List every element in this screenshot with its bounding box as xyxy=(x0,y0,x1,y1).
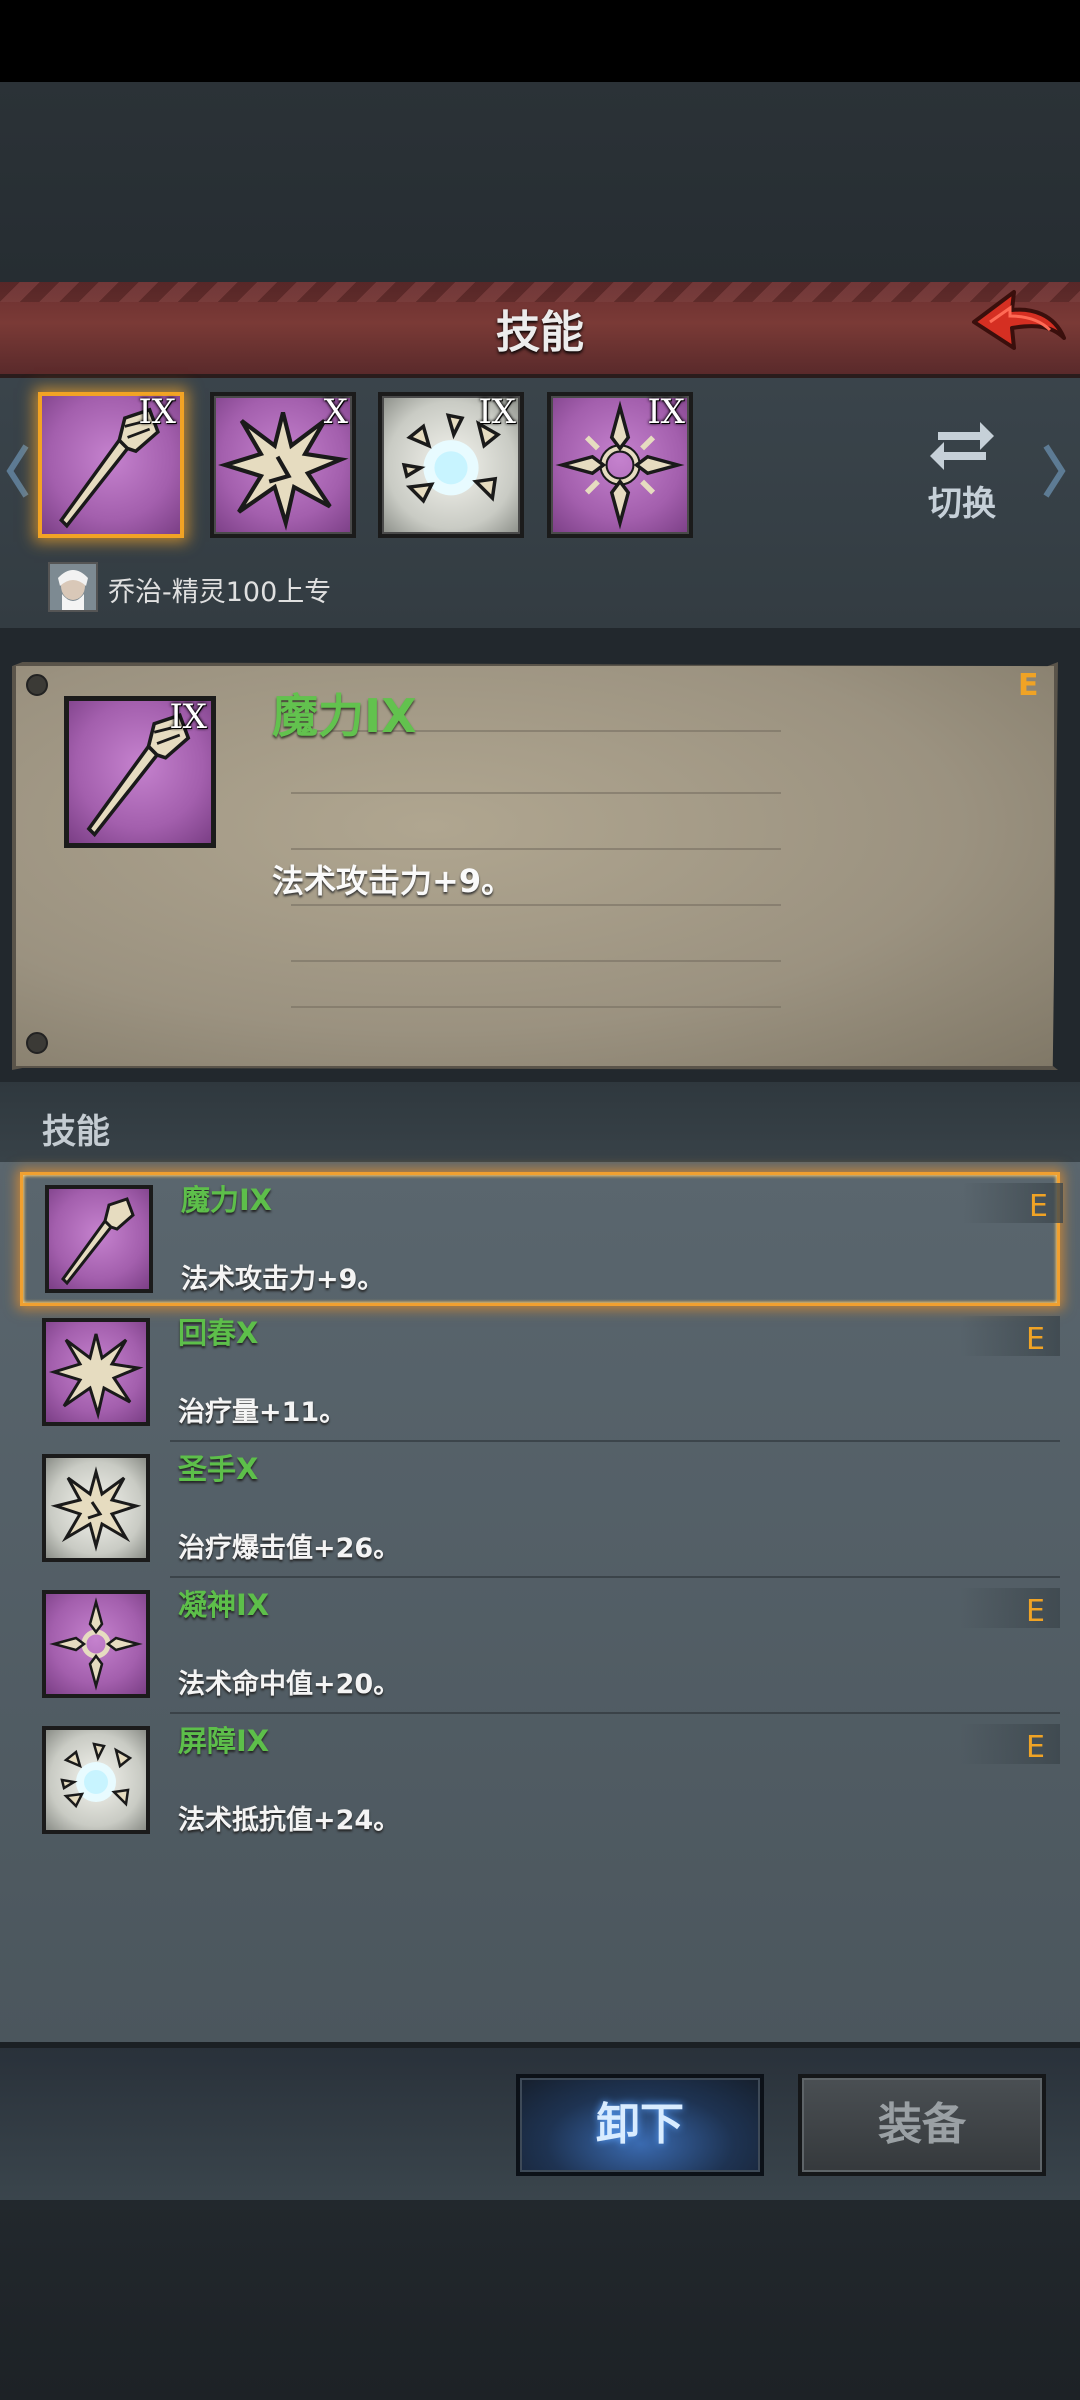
skill-rank-label: IX xyxy=(138,392,176,432)
title-banner: 技能 xyxy=(0,282,1080,378)
back-arrow-icon xyxy=(972,290,1066,350)
page-title: 技能 xyxy=(496,307,584,358)
avatar xyxy=(48,562,98,612)
list-item[interactable]: 圣手X 治疗爆击值+26。 xyxy=(20,1444,1060,1578)
row-skill-icon xyxy=(42,1454,150,1562)
row-divider xyxy=(170,1712,1060,1714)
row-skill-icon xyxy=(42,1318,150,1426)
skill-description: 治疗爆击值+26。 xyxy=(178,1533,401,1564)
shatter-burst-icon xyxy=(50,1466,142,1552)
staff-icon xyxy=(61,1197,135,1286)
list-item[interactable]: 回春X 治疗量+11。 E xyxy=(20,1308,1060,1442)
row-skill-icon xyxy=(42,1726,150,1834)
equipped-badge: E xyxy=(1029,1189,1048,1224)
character-portrait-icon xyxy=(50,564,96,610)
rivet xyxy=(26,674,48,696)
list-item[interactable]: 魔力IX 法术攻击力+9。 E xyxy=(20,1172,1063,1306)
owner-name: 乔治-精灵100上专 xyxy=(108,577,332,608)
back-button[interactable] xyxy=(970,286,1068,364)
skill-description: 法术命中值+20。 xyxy=(178,1669,401,1700)
chevron-left-icon xyxy=(6,444,29,498)
row-skill-icon xyxy=(45,1185,153,1293)
list-item[interactable]: 凝神IX 法术命中值+20。 E xyxy=(20,1580,1060,1714)
divider xyxy=(291,848,781,850)
row-tab xyxy=(963,1183,1063,1223)
row-tab xyxy=(960,1588,1060,1628)
detail-skill-icon: IX xyxy=(64,696,216,848)
skill-rank-label: IX xyxy=(169,697,207,737)
divider xyxy=(291,904,781,906)
equipped-skill-slot-1[interactable]: IX xyxy=(38,392,184,538)
equipped-skill-slot-2[interactable]: X xyxy=(210,392,356,538)
equipped-badge: E xyxy=(1026,1730,1045,1765)
divider xyxy=(291,1006,781,1008)
bottom-background xyxy=(0,2200,1080,2400)
skill-name: 凝神IX xyxy=(178,1588,270,1622)
equipped-skill-slot-3[interactable]: IX xyxy=(378,392,524,538)
equipped-skill-slot-4[interactable]: IX xyxy=(547,392,693,538)
skill-name: 屏障IX xyxy=(178,1724,270,1758)
skill-rank-label: X xyxy=(323,392,348,432)
detail-skill-name: 魔力IX xyxy=(272,689,417,743)
equipped-badge: E xyxy=(1026,1594,1045,1629)
skill-description: 法术攻击力+9。 xyxy=(181,1264,385,1295)
skill-description: 法术抵抗值+24。 xyxy=(178,1805,401,1836)
divider xyxy=(291,792,781,794)
list-header xyxy=(0,1082,1080,1162)
skill-name: 魔力IX xyxy=(181,1183,273,1217)
scroll-left-button[interactable] xyxy=(2,436,32,506)
status-bar xyxy=(0,0,1080,82)
skill-rank-label: IX xyxy=(647,392,685,432)
skill-rank-label: IX xyxy=(478,392,516,432)
row-tab xyxy=(960,1316,1060,1356)
skill-name: 圣手X xyxy=(178,1452,259,1486)
equip-button[interactable]: 装备 xyxy=(798,2074,1046,2176)
rivet xyxy=(26,1032,48,1054)
burst-icon xyxy=(48,1333,144,1420)
equipped-badge: E xyxy=(1018,668,1039,703)
list-item[interactable]: 屏障IX 法术抵抗值+24。 E xyxy=(20,1716,1060,1850)
row-skill-icon xyxy=(42,1590,150,1698)
crosshair-icon xyxy=(49,1597,143,1691)
unequip-button[interactable]: 卸下 xyxy=(516,2074,764,2176)
scroll-right-button[interactable] xyxy=(1040,436,1070,506)
swap-arrows-icon xyxy=(930,422,994,470)
chevron-right-icon xyxy=(1043,444,1066,498)
skill-name: 回春X xyxy=(178,1316,259,1350)
list-title: 技能 xyxy=(42,1112,110,1152)
row-divider xyxy=(170,1576,1060,1578)
shatter-icon xyxy=(60,1742,133,1809)
switch-label: 切换 xyxy=(928,484,996,524)
detail-skill-description: 法术攻击力+9。 xyxy=(272,862,514,900)
skill-description: 治疗量+11。 xyxy=(178,1397,347,1428)
switch-button[interactable]: 切换 xyxy=(914,410,1010,530)
divider xyxy=(291,960,781,962)
top-background xyxy=(0,82,1080,282)
row-tab xyxy=(960,1724,1060,1764)
row-divider xyxy=(170,1440,1060,1442)
equipped-badge: E xyxy=(1026,1322,1045,1357)
